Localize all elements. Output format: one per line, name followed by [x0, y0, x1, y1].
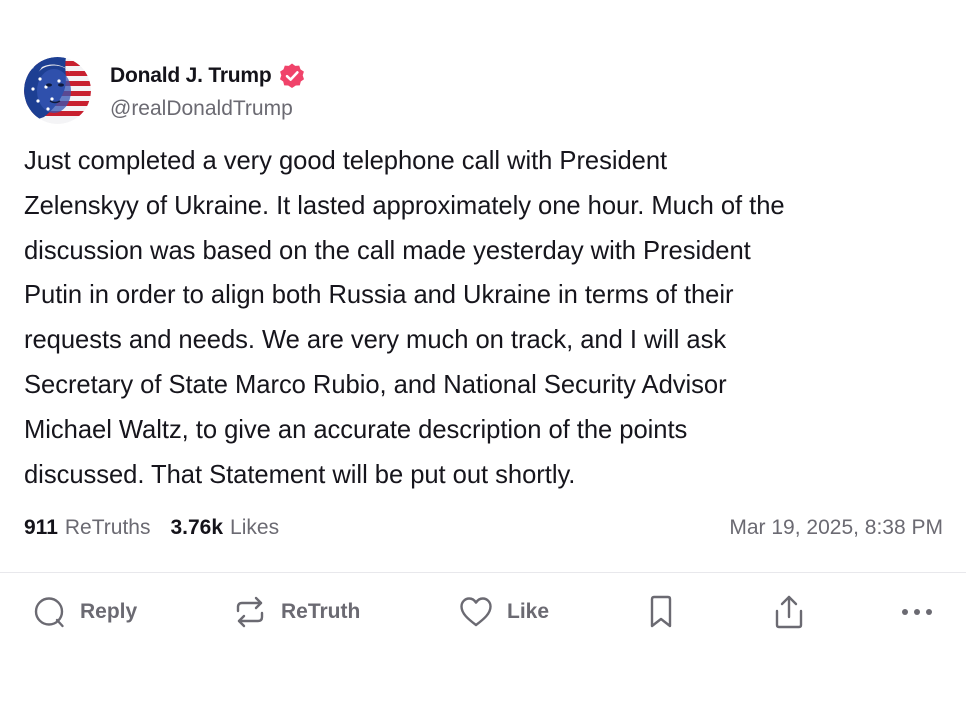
share-button[interactable] — [773, 590, 805, 634]
bookmark-button[interactable] — [648, 590, 674, 634]
post-stats: 911 ReTruths 3.76k Likes Mar 19, 2025, 8… — [24, 510, 943, 546]
like-icon — [459, 596, 493, 628]
retruths-stat[interactable]: 911 ReTruths — [24, 516, 150, 540]
verified-badge-icon — [278, 62, 306, 90]
display-name[interactable]: Donald J. Trump — [110, 64, 272, 88]
likes-stat[interactable]: 3.76k Likes — [170, 516, 279, 540]
post-header: Donald J. Trump @realDonaldTrump — [24, 57, 306, 124]
reply-label: Reply — [80, 600, 138, 623]
more-icon — [900, 607, 934, 617]
post-body-text: Just completed a very good telephone cal… — [24, 147, 785, 489]
more-options-button[interactable] — [900, 590, 934, 634]
reply-icon — [33, 596, 66, 629]
retruth-button[interactable]: ReTruth — [233, 590, 360, 634]
post-timestamp[interactable]: Mar 19, 2025, 8:38 PM — [729, 516, 943, 540]
retruths-count: 911 — [24, 516, 58, 539]
name-row: Donald J. Trump — [110, 58, 306, 94]
like-label: Like — [507, 600, 550, 623]
likes-count: 3.76k — [170, 516, 224, 539]
like-button[interactable]: Like — [459, 590, 549, 634]
author-block: Donald J. Trump @realDonaldTrump — [110, 58, 306, 124]
retruth-label: ReTruth — [281, 600, 361, 623]
divider — [0, 572, 966, 573]
retruth-icon — [233, 595, 267, 629]
likes-label: Likes — [230, 516, 280, 539]
author-handle[interactable]: @realDonaldTrump — [110, 94, 306, 124]
avatar[interactable] — [24, 57, 91, 124]
truth-post: Donald J. Trump @realDonaldTrump Just co… — [0, 0, 966, 721]
retruths-label: ReTruths — [64, 516, 151, 539]
share-icon — [773, 594, 805, 630]
reply-button[interactable]: Reply — [33, 590, 137, 634]
avatar-image — [24, 57, 91, 124]
bookmark-icon — [648, 595, 674, 629]
action-bar: Reply ReTruth Like — [0, 590, 966, 634]
